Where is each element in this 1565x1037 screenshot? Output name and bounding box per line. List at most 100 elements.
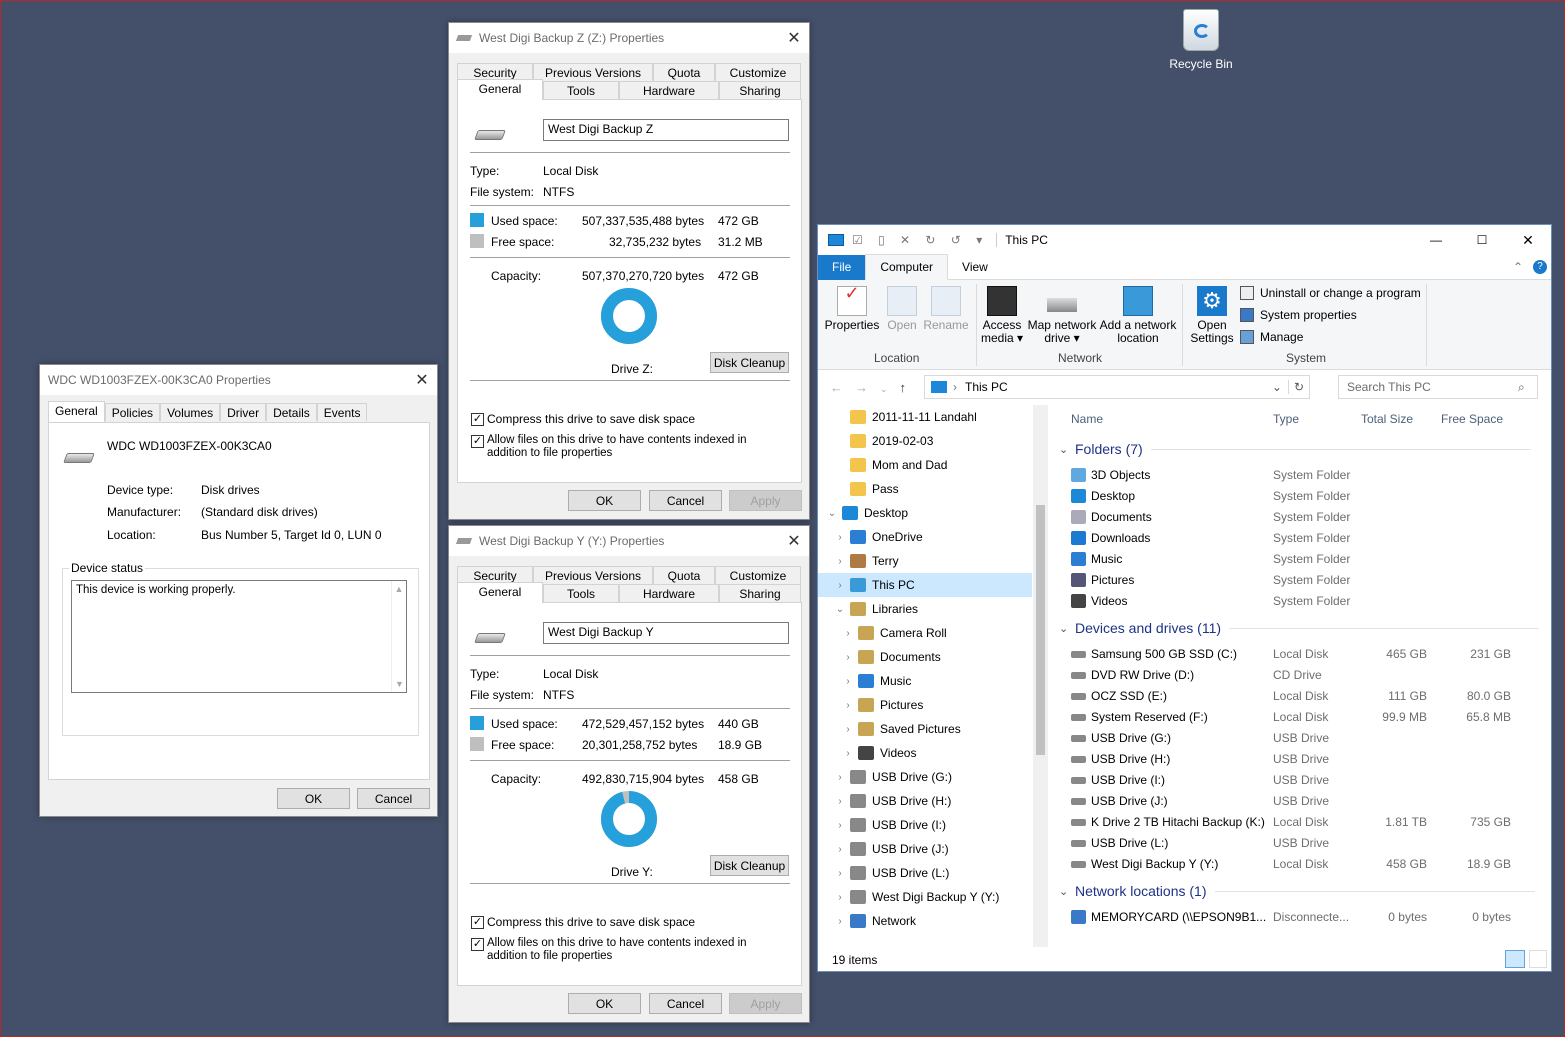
folder-row[interactable]: Documents System Folder: [1055, 507, 1535, 528]
cancel-button[interactable]: Cancel: [649, 490, 722, 511]
folder-row[interactable]: Music System Folder: [1055, 549, 1535, 570]
chevron-icon[interactable]: ⌄: [834, 604, 846, 615]
cancel-button[interactable]: Cancel: [649, 993, 722, 1014]
address-bar[interactable]: › This PC ⌄ ↻: [924, 375, 1310, 399]
column-total-size[interactable]: Total Size: [1361, 412, 1413, 426]
nav-scrollbar[interactable]: [1033, 405, 1048, 947]
chevron-icon[interactable]: ›: [834, 892, 846, 903]
close-button[interactable]: ✕: [1505, 232, 1551, 249]
drive-row[interactable]: K Drive 2 TB Hitachi Backup (K:) Local Di…: [1055, 812, 1535, 833]
back-button[interactable]: ←: [830, 380, 855, 395]
nav-item[interactable]: › West Digi Backup Y (Y:): [818, 885, 1032, 909]
chevron-down-icon[interactable]: ⌄: [1059, 622, 1075, 635]
device-status-textbox[interactable]: This device is working properly. ▲ ▼: [71, 580, 407, 693]
index-checkbox[interactable]: ✓: [471, 938, 484, 951]
access-media-button[interactable]: Access media ▾: [978, 286, 1026, 345]
chevron-icon[interactable]: ›: [842, 652, 854, 663]
nav-item[interactable]: ⌄ Desktop: [818, 501, 1032, 525]
tab-hardware[interactable]: Hardware: [619, 584, 719, 602]
chevron-icon[interactable]: ›: [834, 868, 846, 879]
drive-row[interactable]: Samsung 500 GB SSD (C:) Local Disk 465 GB 2…: [1055, 644, 1535, 665]
drive-row[interactable]: West Digi Backup Y (Y:) Local Disk 458 GB 1…: [1055, 854, 1535, 875]
tab-previous-versions[interactable]: Previous Versions: [533, 63, 653, 81]
ok-button[interactable]: OK: [277, 788, 350, 809]
chevron-icon[interactable]: ›: [842, 676, 854, 687]
drive-row[interactable]: OCZ SSD (E:) Local Disk 111 GB 80.0 GB: [1055, 686, 1535, 707]
nav-item[interactable]: › USB Drive (J:): [818, 837, 1032, 861]
close-icon[interactable]: ✕: [779, 531, 809, 551]
folder-row[interactable]: 3D Objects System Folder: [1055, 465, 1535, 486]
nav-item[interactable]: › Documents: [818, 645, 1032, 669]
nav-item[interactable]: › This PC: [818, 573, 1032, 597]
tab-sharing[interactable]: Sharing: [719, 81, 801, 99]
drive-row[interactable]: USB Drive (J:) USB Drive: [1055, 791, 1535, 812]
drive-row[interactable]: System Reserved (F:) Local Disk 99.9 MB 65.…: [1055, 707, 1535, 728]
tab-general[interactable]: General: [457, 582, 543, 603]
nav-item[interactable]: › Pictures: [818, 693, 1032, 717]
nav-item[interactable]: › USB Drive (H:): [818, 789, 1032, 813]
tab-quota[interactable]: Quota: [653, 63, 715, 81]
properties-button[interactable]: ✓ Properties: [824, 284, 880, 332]
add-network-location-button[interactable]: Add a network location: [1098, 286, 1178, 345]
disk-cleanup-button[interactable]: Disk Cleanup: [710, 352, 789, 373]
group-header[interactable]: ⌄ Devices and drives (11): [1055, 620, 1540, 636]
chevron-icon[interactable]: ›: [842, 748, 854, 759]
tab-sharing[interactable]: Sharing: [719, 584, 801, 602]
column-free-space[interactable]: Free Space: [1441, 412, 1503, 426]
nav-item[interactable]: › Network: [818, 909, 1032, 933]
scrollbar[interactable]: ▲ ▼: [391, 581, 406, 692]
chevron-icon[interactable]: ›: [842, 700, 854, 711]
tab-details[interactable]: Details: [266, 403, 317, 421]
tab-events[interactable]: Events: [316, 403, 368, 421]
compress-checkbox[interactable]: ✓: [471, 413, 484, 426]
ok-button[interactable]: OK: [568, 490, 641, 511]
nav-item[interactable]: › Terry: [818, 549, 1032, 573]
chevron-up-icon[interactable]: ⌃: [1513, 260, 1523, 274]
chevron-icon[interactable]: ›: [834, 580, 846, 591]
chevron-icon[interactable]: ›: [834, 916, 846, 927]
open-button[interactable]: Open: [882, 286, 922, 332]
nav-item[interactable]: › Music: [818, 669, 1032, 693]
apply-button[interactable]: Apply: [729, 490, 802, 511]
details-view-button[interactable]: [1505, 950, 1525, 968]
nav-item[interactable]: Pass: [818, 477, 1032, 501]
large-icons-view-button[interactable]: [1529, 950, 1547, 968]
tab-file[interactable]: File: [818, 254, 866, 280]
chevron-down-icon[interactable]: ⌄: [1059, 885, 1075, 898]
folder-row[interactable]: Videos System Folder: [1055, 591, 1535, 612]
tab-tools[interactable]: Tools: [543, 81, 619, 99]
recent-dropdown[interactable]: ⌄: [880, 384, 900, 394]
compress-checkbox[interactable]: ✓: [471, 916, 484, 929]
nav-item[interactable]: › Saved Pictures: [818, 717, 1032, 741]
network-row[interactable]: MEMORYCARD (\\EPSON9B1... Disconnecte... 0…: [1055, 907, 1535, 928]
recycle-bin[interactable]: Recycle Bin: [1161, 9, 1241, 71]
chevron-icon[interactable]: ⌄: [826, 508, 838, 519]
tab-customize[interactable]: Customize: [715, 566, 801, 584]
chevron-icon[interactable]: ›: [842, 724, 854, 735]
disk-cleanup-button[interactable]: Disk Cleanup: [710, 855, 789, 876]
drive-row[interactable]: DVD RW Drive (D:) CD Drive: [1055, 665, 1535, 686]
column-name[interactable]: Name: [1071, 412, 1103, 426]
group-header[interactable]: ⌄ Folders (7): [1055, 441, 1531, 457]
tab-tools[interactable]: Tools: [543, 584, 619, 602]
nav-item[interactable]: › OneDrive: [818, 525, 1032, 549]
chevron-icon[interactable]: ›: [834, 844, 846, 855]
drive-row[interactable]: USB Drive (G:) USB Drive: [1055, 728, 1535, 749]
nav-item[interactable]: 2011-11-11 Landahl: [818, 405, 1032, 429]
nav-item[interactable]: › USB Drive (L:): [818, 861, 1032, 885]
apply-button[interactable]: Apply: [729, 993, 802, 1014]
tab-general[interactable]: General: [457, 79, 543, 100]
ok-button[interactable]: OK: [568, 993, 641, 1014]
tab-hardware[interactable]: Hardware: [619, 81, 719, 99]
forward-button[interactable]: →: [855, 380, 880, 395]
maximize-button[interactable]: ☐: [1459, 233, 1505, 247]
open-settings-button[interactable]: ⚙ Open Settings: [1186, 286, 1238, 345]
nav-item[interactable]: › USB Drive (I:): [818, 813, 1032, 837]
chevron-down-icon[interactable]: ⌄: [1059, 443, 1075, 456]
close-icon[interactable]: ✕: [779, 28, 809, 48]
column-type[interactable]: Type: [1273, 412, 1299, 426]
tab-customize[interactable]: Customize: [715, 63, 801, 81]
folder-row[interactable]: Desktop System Folder: [1055, 486, 1535, 507]
minimize-button[interactable]: —: [1413, 233, 1459, 247]
tab-view[interactable]: View: [948, 255, 1002, 280]
